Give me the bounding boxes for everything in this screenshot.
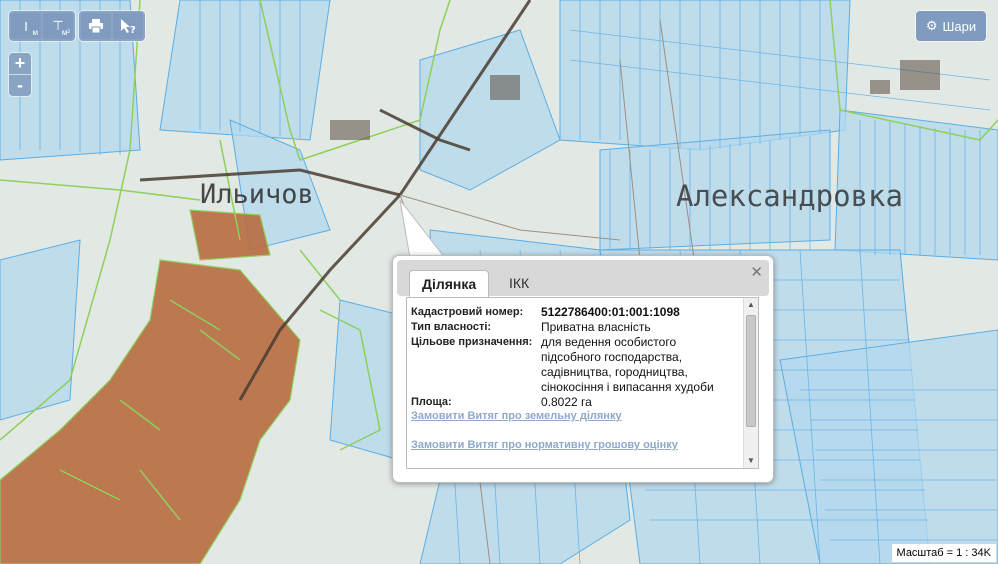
- field-purpose: Цільове призначення: для ведення особист…: [411, 335, 714, 394]
- printer-icon: [89, 19, 103, 33]
- scroll-down-icon[interactable]: ▼: [744, 454, 758, 468]
- order-valuation-extract-link[interactable]: Замовити Витяг про нормативну грошову оц…: [411, 439, 678, 451]
- zoom-control: + -: [9, 53, 31, 96]
- zoom-out-button[interactable]: -: [9, 74, 31, 96]
- ruler-icon: I: [24, 18, 28, 34]
- parcel-area: [559, 0, 851, 151]
- print-identify-tools: ?: [79, 11, 145, 41]
- parcel-area: [0, 239, 81, 421]
- field-ownership-type: Тип власності: Приватна власність: [411, 320, 651, 334]
- order-parcel-extract-link[interactable]: Замовити Витяг про земельну ділянку: [411, 410, 622, 422]
- close-icon[interactable]: ✕: [750, 263, 763, 281]
- gear-icon: ⚙: [925, 18, 938, 33]
- tab-ikk[interactable]: ІКК: [497, 270, 541, 296]
- popup-tabs: Ділянка ІКК: [397, 260, 769, 297]
- parcel-info-popup: Ділянка ІКК ✕ Кадастровий номер: 5122786…: [392, 255, 774, 483]
- parcel-area: [159, 0, 331, 141]
- popup-scrollbar[interactable]: ▲ ▼: [743, 298, 758, 468]
- scroll-thumb[interactable]: [746, 315, 756, 427]
- print-button[interactable]: [81, 13, 111, 39]
- cursor-question-icon: ?: [121, 19, 136, 34]
- popup-content: Кадастровий номер: 5122786400:01:001:109…: [406, 297, 759, 469]
- identify-button[interactable]: ?: [113, 13, 143, 39]
- field-cadastral-number: Кадастровий номер: 5122786400:01:001:109…: [411, 305, 680, 319]
- svg-text:?: ?: [130, 25, 136, 34]
- layers-button[interactable]: ⚙ Шари: [916, 11, 986, 41]
- measure-tools: I м ⊤ м²: [9, 11, 75, 41]
- built-up-area: [189, 209, 271, 261]
- map-toolbar: I м ⊤ м² ?: [9, 11, 145, 41]
- village-label-aleksandrovka: Александровка: [676, 179, 903, 213]
- field-area: Площа: 0.8022 га: [411, 395, 592, 409]
- scroll-up-icon[interactable]: ▲: [744, 298, 758, 312]
- measure-distance-button[interactable]: I м: [11, 13, 41, 39]
- scale-indicator: Масштаб = 1 : 34K: [891, 544, 996, 562]
- village-label-ilichov: Ильичов: [200, 179, 314, 210]
- measure-area-button[interactable]: ⊤ м²: [43, 13, 73, 39]
- zoom-in-button[interactable]: +: [9, 53, 31, 74]
- tab-parcel[interactable]: Ділянка: [409, 270, 490, 297]
